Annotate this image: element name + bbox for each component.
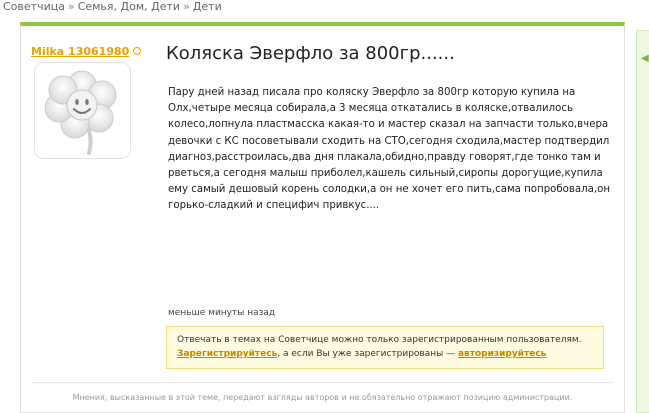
breadcrumb: Советчица» Семья, Дом, Дети» Дети xyxy=(3,0,222,14)
post-card: Milka 13061980 Коляска Эверфло за 800гр.… xyxy=(20,22,625,413)
author-name-link[interactable]: Milka 13061980 xyxy=(31,45,129,58)
disclaimer-text: Мнения, высказанные в этой теме, передаю… xyxy=(72,393,573,402)
chevron-left-icon: ◀ xyxy=(641,53,649,64)
online-status-icon xyxy=(133,46,142,55)
author-column: Milka 13061980 xyxy=(31,40,151,159)
register-link[interactable]: Зарегистрируйтесь xyxy=(177,349,277,359)
avatar[interactable] xyxy=(34,62,131,159)
post-title: Коляска Эверфло за 800гр...... xyxy=(166,43,455,64)
post-body: Пару дней назад писала про коляску Эверф… xyxy=(168,87,611,212)
flower-smiley-icon xyxy=(44,70,117,155)
breadcrumb-separator: » xyxy=(183,0,190,13)
notice-text: Отвечать в темах на Советчице можно толь… xyxy=(177,335,582,345)
breadcrumb-item-kids[interactable]: Дети xyxy=(193,0,222,13)
login-link[interactable]: авторизируйтесь xyxy=(458,349,546,359)
side-panel-toggle[interactable]: ◀ xyxy=(636,30,649,413)
breadcrumb-item-family[interactable]: Семья, Дом, Дети xyxy=(78,0,180,13)
notice-text-2: , а если Вы уже зарегистрированы — xyxy=(277,349,458,359)
breadcrumb-item-home[interactable]: Советчица xyxy=(3,0,65,13)
breadcrumb-separator: » xyxy=(67,0,75,13)
registration-notice: Отвечать в темах на Советчице можно толь… xyxy=(166,326,604,369)
divider xyxy=(31,382,614,383)
post-timestamp: меньше минуты назад xyxy=(168,308,276,318)
